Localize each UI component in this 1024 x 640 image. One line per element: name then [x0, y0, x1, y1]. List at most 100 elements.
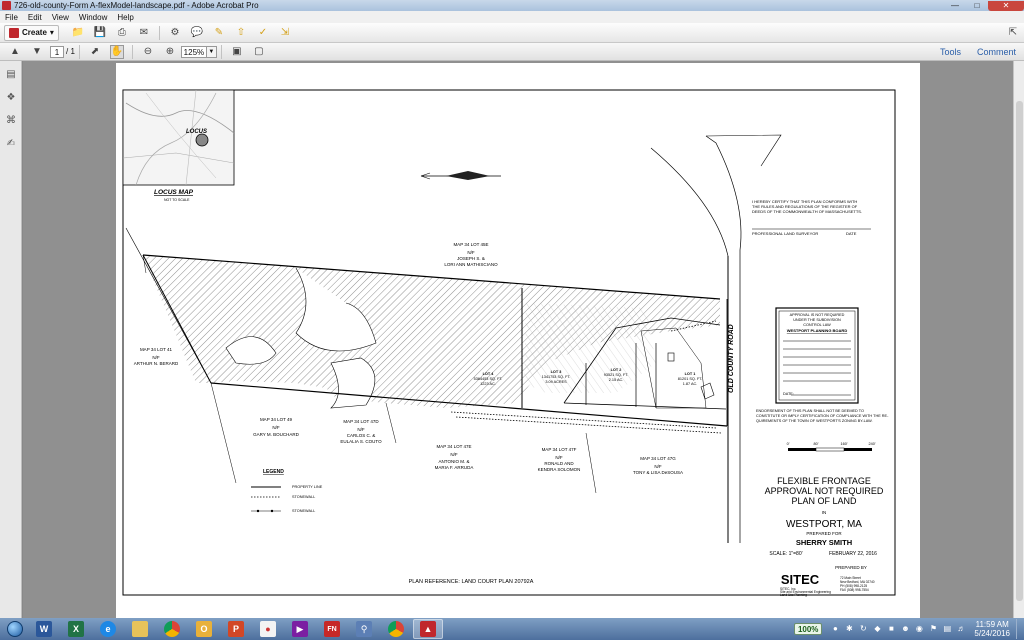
menu-window[interactable]: Window: [74, 13, 112, 22]
tray-flag-icon[interactable]: ⚑: [928, 624, 938, 634]
taskbar-word[interactable]: W: [29, 619, 59, 639]
svg-text:DEEDS OF THE COMMONWEALTH OF M: DEEDS OF THE COMMONWEALTH OF MASSACHUSET…: [752, 209, 862, 214]
hand-tool-icon[interactable]: ✋: [109, 44, 124, 59]
taskbar-excel[interactable]: X: [61, 619, 91, 639]
review-icon[interactable]: ✓: [256, 26, 270, 40]
parcel-lot: MAP 34 LOT 47D: [343, 419, 379, 424]
tray-shield-icon[interactable]: ◆: [872, 624, 882, 634]
save-icon[interactable]: 💾: [93, 26, 107, 40]
create-icon: [9, 27, 19, 38]
tray-app-icon[interactable]: ●: [830, 624, 840, 634]
menu-help[interactable]: Help: [112, 13, 138, 22]
fit-page-icon[interactable]: ▣: [230, 45, 244, 59]
chevron-down-icon: ▾: [49, 28, 54, 37]
lot-name: LOT 4: [483, 372, 495, 376]
taskbar-chrome[interactable]: [157, 619, 187, 639]
excel-icon: X: [68, 621, 84, 637]
word-icon: W: [36, 621, 52, 637]
taskbar-file-explorer[interactable]: [125, 619, 155, 639]
window-title: 726-old-county-Form A-flexModel-landscap…: [14, 1, 259, 10]
show-desktop-button[interactable]: [1016, 619, 1024, 639]
zoom-level-input[interactable]: 125%: [180, 45, 207, 58]
taskbar-internet-explorer[interactable]: e: [93, 619, 123, 639]
comment-pane-button[interactable]: Comment: [969, 47, 1024, 57]
taskbar-search-app[interactable]: ⚲: [349, 619, 379, 639]
menu-edit[interactable]: Edit: [23, 13, 47, 22]
select-cursor-icon[interactable]: ⬈: [88, 45, 102, 59]
expand-icon[interactable]: ⇱: [1006, 26, 1020, 40]
vertical-scrollbar[interactable]: [1013, 61, 1024, 618]
powerpoint-icon: P: [228, 621, 244, 637]
tray-security-icon[interactable]: ■: [886, 624, 896, 634]
folder-icon: [132, 621, 148, 637]
print-icon[interactable]: ⎙: [115, 26, 129, 40]
not-to-scale-label: NOT TO SCALE: [164, 198, 190, 202]
open-folder-icon[interactable]: 📁: [71, 26, 85, 40]
road-name-label: OLD COUNTY ROAD: [728, 324, 735, 393]
system-clock[interactable]: 11:59 AM 5/24/2016: [968, 620, 1016, 638]
close-button[interactable]: ✕: [988, 0, 1024, 11]
taskbar-media[interactable]: ▶: [285, 619, 315, 639]
lot-area: 81201 SQ. FT.: [678, 377, 703, 381]
svg-text:240': 240': [868, 442, 875, 446]
svg-text:STONEWALL: STONEWALL: [292, 509, 315, 513]
export-icon[interactable]: ⇲: [278, 26, 292, 40]
parcel-lot: MAP 34 LOT 45E: [453, 242, 488, 247]
zoom-out-icon[interactable]: ⊖: [141, 45, 155, 59]
taskbar-acrobat[interactable]: ▲: [413, 619, 443, 639]
tray-volume-icon[interactable]: ♬: [956, 624, 966, 634]
page-thumbnails-icon[interactable]: ▤: [4, 67, 18, 81]
menu-file[interactable]: File: [0, 13, 23, 22]
lot-area: 2.15 AC.: [609, 378, 624, 382]
taskbar-paint[interactable]: ●: [253, 619, 283, 639]
taskbar-outlook[interactable]: O: [189, 619, 219, 639]
parcel-nf: N/F: [467, 250, 475, 255]
taskbar-chrome-2[interactable]: [381, 619, 411, 639]
taskbar-powerpoint[interactable]: P: [221, 619, 251, 639]
svg-text:IN: IN: [822, 510, 827, 515]
email-icon[interactable]: ✉: [137, 26, 151, 40]
attachments-paperclip-icon[interactable]: ⌘: [4, 113, 18, 127]
comment-bubble-icon[interactable]: 💬: [190, 26, 204, 40]
tray-bluetooth-icon[interactable]: ✱: [844, 624, 854, 634]
document-viewport[interactable]: LOCUS LOCUS MAP NOT TO SCALE OLD COUNTY …: [23, 61, 1013, 618]
minimize-button[interactable]: —: [944, 1, 966, 11]
create-button[interactable]: Create ▾: [4, 24, 59, 41]
taskbar-onenote[interactable]: FN: [317, 619, 347, 639]
start-button[interactable]: [2, 619, 28, 639]
page-number-input[interactable]: 1: [50, 45, 64, 58]
previous-page-icon[interactable]: ▲: [8, 45, 22, 59]
zoom-dropdown-icon[interactable]: ▼: [206, 45, 217, 58]
scrollbar-thumb[interactable]: [1016, 101, 1023, 601]
signatures-icon[interactable]: ✍: [4, 136, 18, 150]
svg-text:CONSTITUTE OR IMPLY CERTIFICAT: CONSTITUTE OR IMPLY CERTIFICATION OF COM…: [756, 414, 889, 418]
svg-text:FAX (508) 998-7554: FAX (508) 998-7554: [840, 588, 869, 592]
onenote-icon: FN: [324, 621, 340, 637]
menu-view[interactable]: View: [47, 13, 74, 22]
maximize-button[interactable]: □: [966, 1, 988, 11]
tray-chrome-icon[interactable]: ◉: [914, 624, 924, 634]
parcel-owner: CARLOS C. &: [347, 433, 376, 438]
next-page-icon[interactable]: ▼: [30, 45, 44, 59]
full-screen-icon[interactable]: ▢: [252, 45, 266, 59]
parcel-lot: MAP 34 LOT 49: [260, 417, 293, 422]
svg-text:0': 0': [787, 442, 790, 446]
settings-gear-icon[interactable]: ⚙: [168, 26, 182, 40]
surveyor-label: PROFESSIONAL LAND SURVEYOR: [752, 231, 818, 236]
share-icon[interactable]: ⇧: [234, 26, 248, 40]
title-bar: 726-old-county-Form A-flexModel-landscap…: [0, 0, 1024, 11]
system-tray: 100% ● ✱ ↻ ◆ ■ ☻ ◉ ⚑ ▤ ♬ 11:59 AM 5/24/2…: [793, 619, 1024, 639]
bookmarks-icon[interactable]: ❖: [4, 90, 18, 104]
parcel-nf: N/F: [555, 455, 563, 460]
highlight-icon[interactable]: ✎: [212, 26, 226, 40]
zoom-badge[interactable]: 100%: [793, 623, 823, 635]
lot-area: 3.09 ACRES: [545, 380, 567, 384]
tray-network-icon[interactable]: ▤: [942, 624, 952, 634]
parcel-nf: N/F: [450, 452, 458, 457]
tools-pane-button[interactable]: Tools: [932, 47, 969, 57]
parcel-nf: N/F: [152, 355, 160, 360]
tray-people-icon[interactable]: ☻: [900, 624, 910, 634]
tray-sync-icon[interactable]: ↻: [858, 624, 868, 634]
zoom-in-icon[interactable]: ⊕: [163, 45, 177, 59]
lot-area: 1223 AC.: [480, 382, 496, 386]
